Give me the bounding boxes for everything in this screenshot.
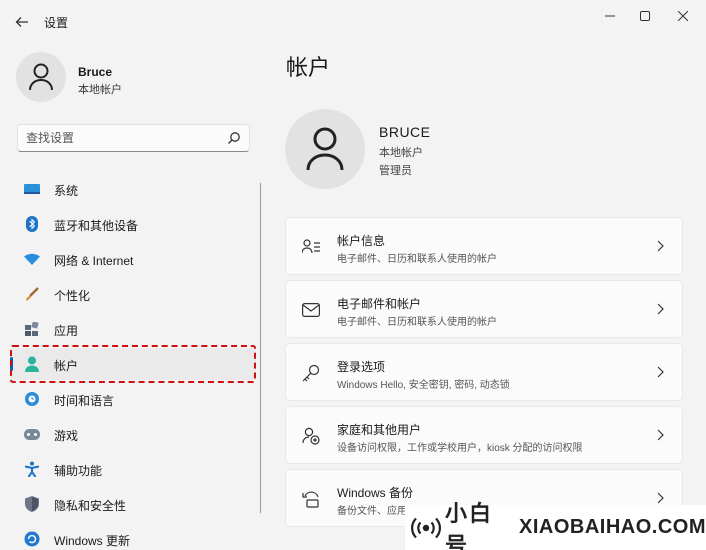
title-bar: 设置 [0,0,706,40]
hero-user-name: BRUCE [379,124,431,140]
key-icon [302,364,320,382]
card-description: 设备访问权限，工作或学校用户，kiosk 分配的访问权限 [337,443,583,454]
user-profile[interactable]: Bruce 本地帐户 [16,52,246,108]
card-title: Windows 备份 [337,486,414,500]
update-icon [24,531,40,547]
sidebar-item-label: 应用 [54,324,79,338]
person-add-icon [302,427,320,445]
sidebar-item-accessibility[interactable]: 辅助功能 [10,453,256,485]
chevron-right-icon [654,491,666,505]
sidebar-item-personalization[interactable]: 个性化 [10,278,256,310]
sidebar-item-accounts[interactable]: 帐户 [10,348,256,380]
globe-clock-icon [24,391,40,407]
maximize-button[interactable] [630,6,660,26]
card-title: 帐户信息 [337,234,386,248]
sidebar-item-label: 帐户 [54,359,79,373]
sidebar-item-apps[interactable]: 应用 [10,313,256,345]
gamepad-icon [24,426,40,442]
chevron-right-icon [654,302,666,316]
person-icon [306,127,344,171]
shield-icon [24,496,40,512]
sidebar-item-label: Windows 更新 [54,534,131,548]
profile-account-type: 本地帐户 [78,84,122,96]
mail-icon [302,301,320,319]
search-icon[interactable] [227,131,241,145]
sidebar-item-system[interactable]: 系统 [10,173,256,205]
sidebar-item-label: 时间和语言 [54,394,115,408]
minimize-button[interactable] [595,6,625,26]
hero-avatar [285,109,365,189]
search-input[interactable] [26,131,216,145]
card-title: 家庭和其他用户 [337,423,422,437]
wifi-icon [24,251,40,267]
card-title: 电子邮件和帐户 [337,297,422,311]
close-icon [678,11,688,21]
card-description: 电子邮件、日历和联系人使用的帐户 [337,317,497,328]
chevron-right-icon [654,428,666,442]
page-title: 帐户 [286,55,331,80]
card-family-other-users[interactable]: 家庭和其他用户 设备访问权限，工作或学校用户，kiosk 分配的访问权限 [285,406,683,464]
sidebar-item-privacy[interactable]: 隐私和安全性 [10,488,256,520]
sidebar-item-bluetooth[interactable]: 蓝牙和其他设备 [10,208,256,240]
signal-icon [411,513,441,543]
profile-name: Bruce [78,65,113,79]
app-title: 设置 [44,16,69,30]
bluetooth-icon [24,216,40,232]
sidebar-item-time-language[interactable]: 时间和语言 [10,383,256,415]
card-title: 登录选项 [337,360,386,374]
sidebar-item-label: 网络 & Internet [54,254,134,268]
person-info-icon [302,238,320,256]
sidebar-scrollbar[interactable] [260,183,261,513]
hero-account-type: 本地帐户 [379,147,423,159]
maximize-icon [640,11,650,21]
watermark-cn: 小白号 [445,500,494,550]
apps-icon [24,321,40,337]
card-account-info[interactable]: 帐户信息 电子邮件、日历和联系人使用的帐户 [285,217,683,275]
sidebar-item-network[interactable]: 网络 & Internet [10,243,256,275]
avatar [16,52,66,102]
sidebar-item-gaming[interactable]: 游戏 [10,418,256,450]
card-sign-in-options[interactable]: 登录选项 Windows Hello, 安全密钥, 密码, 动态锁 [285,343,683,401]
minimize-icon [605,15,615,17]
search-box[interactable] [17,124,250,152]
sidebar-item-label: 辅助功能 [54,464,103,478]
selection-indicator [10,357,13,371]
sidebar-item-label: 系统 [54,184,79,198]
arrow-left-icon [15,17,28,27]
card-description: 电子邮件、日历和联系人使用的帐户 [337,254,497,265]
watermark-en: XIAOBAIHAO.COM [519,516,706,538]
watermark-logo: 小白号 XIAOBAIHAO.COM [405,501,706,550]
sidebar-item-label: 个性化 [54,289,91,303]
person-icon [29,63,53,91]
sidebar-item-label: 蓝牙和其他设备 [54,219,139,233]
brush-icon [24,286,40,302]
person-icon [24,356,40,372]
sidebar-item-windows-update[interactable]: Windows 更新 [10,523,256,550]
sidebar-item-label: 游戏 [54,429,79,443]
backup-icon [302,490,320,508]
chevron-right-icon [654,365,666,379]
hero-role: 管理员 [379,165,412,177]
accessibility-icon [24,461,40,477]
back-button[interactable] [10,10,34,34]
card-email-accounts[interactable]: 电子邮件和帐户 电子邮件、日历和联系人使用的帐户 [285,280,683,338]
card-description: Windows Hello, 安全密钥, 密码, 动态锁 [337,380,510,391]
chevron-right-icon [654,239,666,253]
close-button[interactable] [668,6,698,26]
display-icon [24,181,40,197]
sidebar-item-label: 隐私和安全性 [54,499,127,513]
